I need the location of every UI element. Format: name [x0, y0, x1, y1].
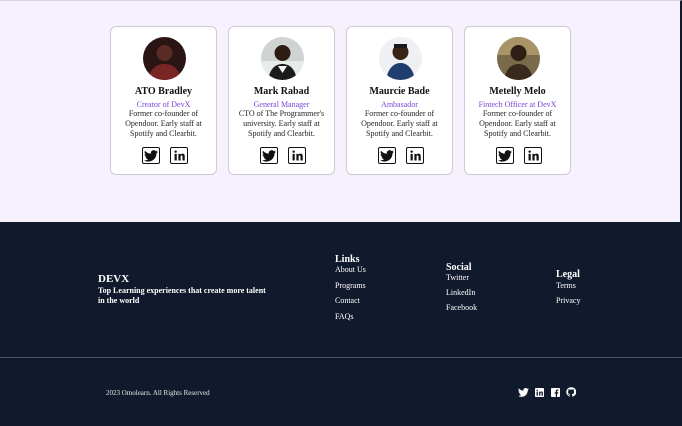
member-role: Creator of DevX [136, 100, 191, 109]
footer-link-twitter[interactable]: Twitter [446, 273, 469, 282]
social-heading: Social [446, 262, 472, 273]
member-bio: Former co-founder of Opendoor. Early sta… [479, 109, 556, 138]
member-socials [260, 147, 306, 165]
member-role: General Manager [253, 100, 310, 109]
member-socials [142, 147, 188, 165]
footer-link-contact[interactable]: Contact [335, 296, 360, 305]
member-name: ATO Bradley [134, 86, 193, 97]
github-icon[interactable] [566, 384, 577, 402]
member-name: Mark Rabad [253, 86, 310, 97]
footer-link-faqs[interactable]: FAQs [335, 312, 354, 321]
team-card: Maurcie Bade Ambasador Former co-founder… [346, 26, 453, 175]
avatar [143, 37, 186, 80]
site-footer: DEVX Top Learning experiences that creat… [0, 222, 682, 426]
footer-link-programs[interactable]: Programs [335, 281, 366, 290]
member-bio: Former co-founder of Opendoor. Early sta… [125, 109, 202, 138]
twitter-icon[interactable] [378, 147, 396, 164]
footer-link-about-us[interactable]: About Us [335, 265, 366, 274]
team-card: Metelly Melo Fintech Officer at DevX For… [464, 26, 571, 175]
footer-link-terms[interactable]: Terms [556, 281, 576, 290]
team-card: ATO Bradley Creator of DevX Former co-fo… [110, 26, 217, 175]
linkedin-icon[interactable] [170, 147, 188, 164]
footer-link-privacy[interactable]: Privacy [556, 296, 580, 305]
linkedin-icon[interactable] [288, 147, 306, 164]
linkedin-icon[interactable] [535, 384, 545, 402]
avatar [379, 37, 422, 80]
facebook-icon[interactable] [550, 384, 560, 402]
member-name: Maurcie Bade [369, 86, 430, 97]
linkedin-icon[interactable] [406, 147, 424, 164]
member-bio: Former co-founder of Opendoor. Early sta… [361, 109, 438, 138]
member-role: Fintech Officer at DevX [478, 100, 557, 109]
linkedin-icon[interactable] [524, 147, 542, 164]
links-heading: Links [335, 254, 360, 265]
member-role: Ambasador [381, 100, 418, 109]
footer-brand: DEVX [98, 273, 130, 285]
avatar [261, 37, 304, 80]
twitter-icon[interactable] [518, 384, 529, 402]
footer-divider [0, 357, 682, 358]
copyright-text: 2023 Omolearn. All Rights Reserved [106, 389, 210, 397]
twitter-icon[interactable] [142, 147, 160, 164]
twitter-icon[interactable] [260, 147, 278, 164]
avatar [497, 37, 540, 80]
member-name: Metelly Melo [489, 86, 546, 97]
member-socials [378, 147, 424, 165]
member-socials [496, 147, 542, 165]
footer-social-icons [518, 384, 577, 402]
footer-tagline: Top Learning experiences that create mor… [98, 286, 266, 305]
twitter-icon[interactable] [496, 147, 514, 164]
member-bio: CTO of The Programmer's university. Earl… [238, 109, 325, 138]
team-section: ATO Bradley Creator of DevX Former co-fo… [0, 0, 682, 222]
footer-link-facebook[interactable]: Facebook [446, 303, 477, 312]
team-card: Mark Rabad General Manager CTO of The Pr… [228, 26, 335, 175]
legal-heading: Legal [556, 269, 580, 280]
footer-link-linkedin[interactable]: LinkedIn [446, 288, 475, 297]
